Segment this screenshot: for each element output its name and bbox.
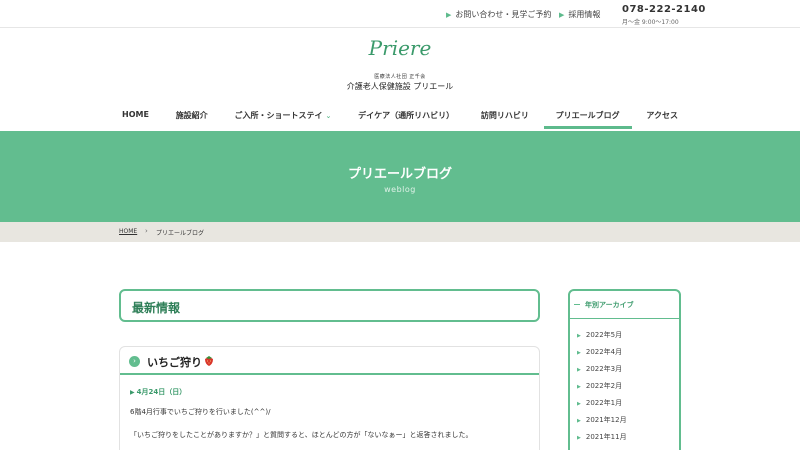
post-paragraph: 「いちご狩りをしたことがありますか？」と質問すると、ほとんどの方が「ないなぁー」… — [130, 431, 473, 439]
nav-item-label: ご入所・ショートステイ — [234, 111, 323, 120]
triangle-right-icon: ▶ — [577, 384, 581, 390]
nav-item-label: デイケア（通所リハビリ） — [358, 111, 455, 120]
breadcrumb-current: プリエールブログ — [156, 230, 205, 237]
nav-item-label: 施設紹介 — [175, 111, 208, 120]
archive-link-label: 2022年3月 — [585, 365, 623, 373]
dash-icon — [574, 304, 580, 305]
archive-link-label: 2021年11月 — [585, 433, 627, 441]
archive-widget-header: 年別アーカイブ — [570, 291, 679, 319]
nav-item-home[interactable]: HOME — [110, 100, 161, 129]
nav-item-blog[interactable]: プリエールブログ — [543, 100, 632, 129]
page-subtitle: weblog — [384, 185, 416, 194]
archive-widget-title: 年別アーカイブ — [585, 301, 634, 309]
triangle-right-icon: ▶ — [577, 333, 581, 339]
triangle-right-icon: ▶ — [577, 435, 581, 441]
nav-item-daycare[interactable]: デイケア（通所リハビリ） — [346, 100, 466, 129]
breadcrumb-home-link[interactable]: HOME — [119, 228, 137, 235]
triangle-right-icon: ▶ — [130, 389, 135, 396]
breadcrumb-separator-icon: › — [145, 227, 148, 235]
nav-item-label: プリエールブログ — [555, 111, 620, 120]
logo-corporation: 医療法人社団 正千会 — [374, 74, 426, 80]
post-header: › いちご狩り — [120, 347, 539, 375]
archive-link-label: 2022年5月 — [585, 331, 623, 339]
top-bar: ▶ お問い合わせ・見学ご予約 ▶ 採用情報 078-222-2140 月〜金 9:0… — [0, 0, 800, 28]
archive-link-label: 2022年4月 — [585, 348, 623, 356]
nav-item-access[interactable]: アクセス — [634, 100, 690, 129]
archive-link-label: 2022年1月 — [585, 399, 623, 407]
strawberry-icon — [205, 356, 213, 366]
recruit-link-label: 採用情報 — [568, 10, 601, 19]
latest-news-heading: 最新情報 — [119, 289, 540, 322]
archive-link-label: 2021年12月 — [585, 416, 627, 424]
contact-link-label: お問い合わせ・見学ご予約 — [455, 10, 552, 19]
phone-number[interactable]: 078-222-2140 — [622, 4, 706, 15]
recruit-link[interactable]: ▶ 採用情報 — [559, 9, 600, 20]
blog-post: › いちご狩り ▶ 4月24日（日） 6階4月行事でいちご狩りを行いました(^^)… — [119, 346, 540, 450]
business-hours: 月〜金 9:00〜17:00 — [622, 19, 679, 26]
archive-link[interactable]: ▶ 2022年1月 — [577, 398, 622, 408]
chevron-right-icon: ▶ — [446, 11, 452, 19]
main-nav: HOME 施設紹介 ご入所・ショートステイ ⌄ デイケア（通所リハビリ） 訪問リハ… — [110, 100, 690, 129]
chevron-right-circle-icon: › — [129, 356, 140, 367]
section-title: 最新情報 — [132, 301, 181, 315]
post-title[interactable]: いちご狩り — [147, 354, 202, 370]
archive-link[interactable]: ▶ 2022年4月 — [577, 347, 622, 357]
archive-link-label: 2022年2月 — [585, 382, 623, 390]
post-date-text: 4月24日（日） — [136, 388, 187, 396]
post-date: ▶ 4月24日（日） — [130, 387, 186, 397]
breadcrumb: HOME › プリエールブログ — [0, 222, 800, 242]
triangle-right-icon: ▶ — [577, 350, 581, 356]
logo-facility-name: 介護老人保健施設 プリエール — [346, 82, 454, 91]
archive-link[interactable]: ▶ 2022年2月 — [577, 381, 622, 391]
archive-link[interactable]: ▶ 2021年11月 — [577, 432, 627, 442]
triangle-right-icon: ▶ — [577, 418, 581, 424]
archive-link[interactable]: ▶ 2021年12月 — [577, 415, 627, 425]
archive-link[interactable]: ▶ 2022年3月 — [577, 364, 622, 374]
triangle-right-icon: ▶ — [577, 367, 581, 373]
nav-item-admission[interactable]: ご入所・ショートステイ ⌄ — [222, 100, 343, 129]
nav-item-label: HOME — [122, 110, 149, 119]
nav-item-visit-rehab[interactable]: 訪問リハビリ — [469, 100, 541, 129]
chevron-right-icon: ▶ — [559, 11, 565, 19]
chevron-down-icon: ⌄ — [325, 112, 332, 120]
archive-link[interactable]: ▶ 2022年5月 — [577, 330, 622, 340]
page-title: プリエールブログ — [347, 167, 452, 182]
nav-item-label: アクセス — [646, 111, 678, 120]
nav-item-facility[interactable]: 施設紹介 — [164, 100, 220, 129]
nav-item-label: 訪問リハビリ — [480, 111, 529, 120]
post-paragraph: 6階4月行事でいちご狩りを行いました(^^)/ — [130, 408, 271, 416]
logo-mark[interactable]: Priere — [0, 36, 800, 60]
contact-link[interactable]: ▶ お問い合わせ・見学ご予約 — [446, 9, 551, 20]
page-hero: プリエールブログ weblog — [0, 131, 800, 222]
triangle-right-icon: ▶ — [577, 401, 581, 407]
yearly-archive-widget: 年別アーカイブ ▶ 2022年5月 ▶ 2022年4月 ▶ 2022年3月 ▶ 2022… — [568, 289, 681, 450]
